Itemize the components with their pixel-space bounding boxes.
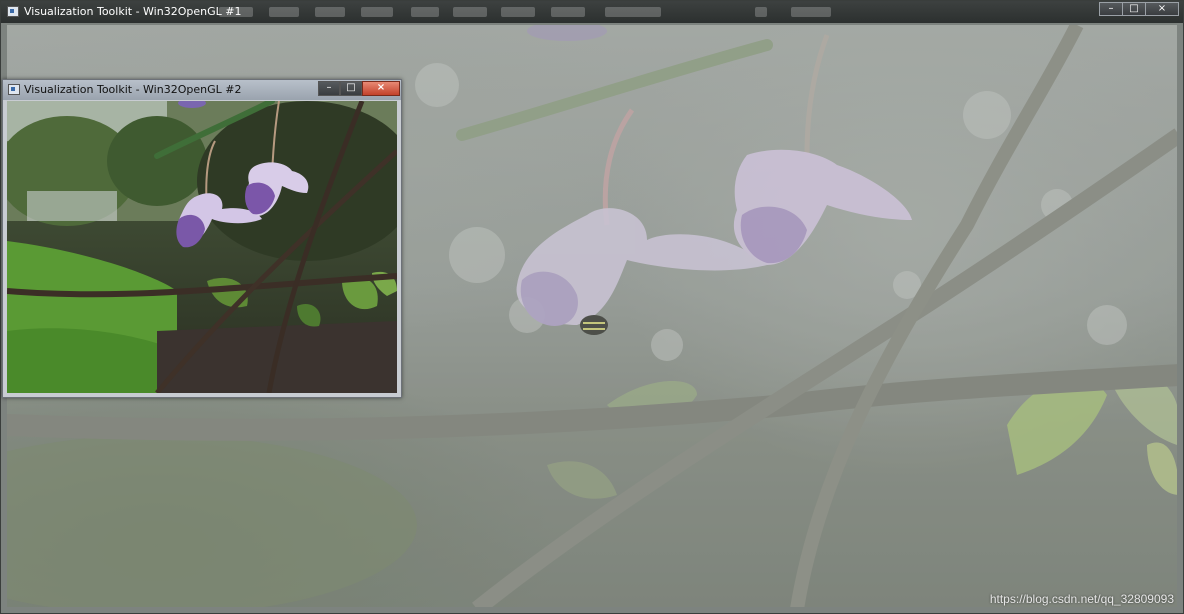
blurred-item [219,7,253,17]
maximize-icon[interactable]: □ [340,81,362,96]
main-title-bar[interactable]: Visualization Toolkit - Win32OpenGL #1 –… [1,1,1183,23]
main-window-title: Visualization Toolkit - Win32OpenGL #1 [24,5,242,18]
minimize-icon[interactable]: – [318,81,340,96]
flower-photo-secondary [7,101,397,393]
blurred-item [453,7,487,17]
close-icon[interactable]: × [362,81,400,96]
maximize-icon[interactable]: □ [1122,2,1146,16]
blurred-item [791,7,831,17]
blurred-item [755,7,767,17]
blurred-item [361,7,393,17]
blurred-item [551,7,585,17]
vtk-window-secondary[interactable]: Visualization Toolkit - Win32OpenGL #2 –… [2,79,402,398]
vtk-window-icon [8,84,20,95]
secondary-title-bar[interactable]: Visualization Toolkit - Win32OpenGL #2 –… [3,80,401,100]
watermark-url: https://blog.csdn.net/qq_32809093 [989,592,1174,606]
blurred-item [411,7,439,17]
blurred-item [315,7,345,17]
vtk-window-icon [7,6,19,17]
blurred-item [605,7,661,17]
render-viewport-secondary[interactable] [7,101,397,393]
blurred-item [269,7,299,17]
minimize-icon[interactable]: – [1099,2,1123,16]
blurred-item [501,7,535,17]
secondary-window-title: Visualization Toolkit - Win32OpenGL #2 [24,83,242,96]
close-icon[interactable]: × [1145,2,1179,16]
